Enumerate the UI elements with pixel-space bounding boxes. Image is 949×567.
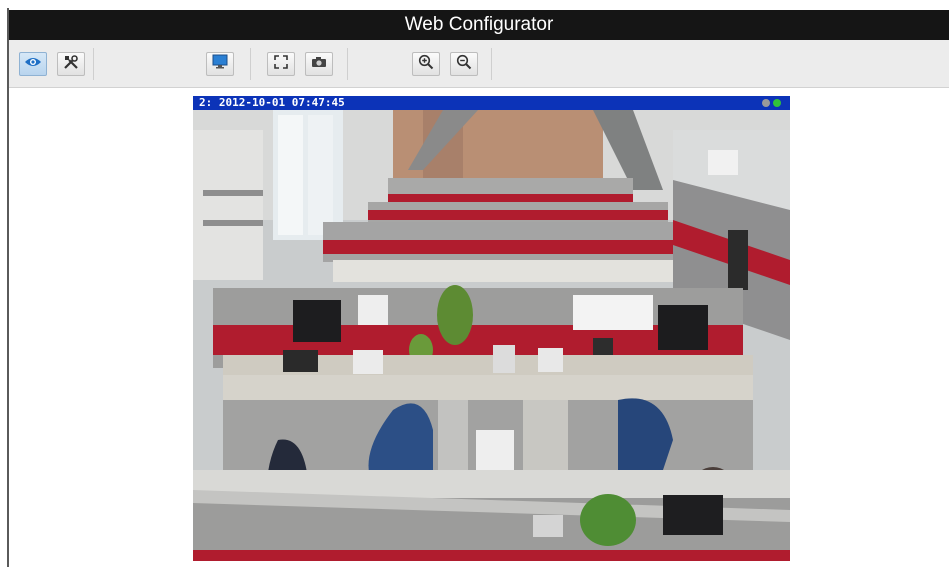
camera-icon bbox=[311, 55, 327, 73]
status-gray-icon bbox=[762, 99, 770, 107]
settings-button[interactable] bbox=[57, 52, 85, 76]
window-title: Web Configurator bbox=[9, 10, 949, 40]
toolbar-divider bbox=[491, 48, 492, 80]
zoom-in-icon bbox=[418, 54, 434, 75]
toolbar-divider bbox=[347, 48, 348, 80]
eye-icon bbox=[24, 55, 42, 73]
display-button[interactable] bbox=[206, 52, 234, 76]
live-view-button[interactable] bbox=[19, 52, 47, 76]
status-green-icon bbox=[773, 99, 781, 107]
tools-icon bbox=[63, 54, 79, 75]
video-info-bar: 2: 2012-10-01 07:47:45 bbox=[193, 96, 790, 110]
fullscreen-icon bbox=[274, 54, 288, 74]
toolbar-divider bbox=[250, 48, 251, 80]
fullscreen-button[interactable] bbox=[267, 52, 295, 76]
live-video-view[interactable]: 2: 2012-10-01 07:47:45 bbox=[193, 96, 790, 561]
video-timestamp-label: 2: 2012-10-01 07:47:45 bbox=[199, 96, 345, 109]
zoom-out-icon bbox=[456, 54, 472, 75]
snapshot-button[interactable] bbox=[305, 52, 333, 76]
toolbar bbox=[9, 40, 949, 88]
zoom-in-button[interactable] bbox=[412, 52, 440, 76]
monitor-icon bbox=[212, 54, 228, 74]
camera-scene-image bbox=[193, 110, 790, 561]
toolbar-divider bbox=[93, 48, 94, 80]
zoom-out-button[interactable] bbox=[450, 52, 478, 76]
